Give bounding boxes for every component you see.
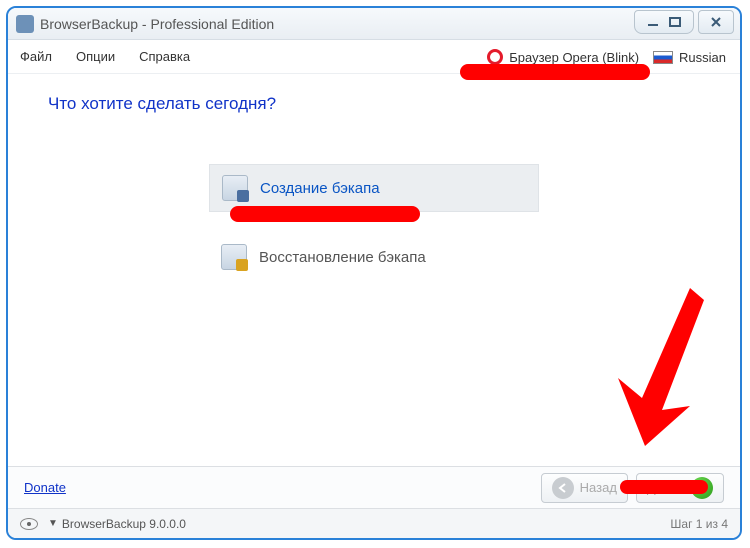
- annotation-highlight-next: [620, 480, 708, 494]
- create-backup-icon: [222, 175, 248, 201]
- maximize-icon: [669, 17, 681, 27]
- menu-options[interactable]: Опции: [76, 49, 115, 64]
- minimize-icon: [647, 17, 659, 27]
- app-window: BrowserBackup - Professional Edition Фай…: [6, 6, 742, 540]
- back-arrow-icon: [552, 477, 574, 499]
- eye-icon[interactable]: [20, 518, 38, 530]
- browser-label: Браузер Opera (Blink): [509, 50, 639, 65]
- status-dropdown-icon[interactable]: ▼: [48, 518, 58, 529]
- content-area: Что хотите сделать сегодня? Создание бэк…: [8, 76, 740, 468]
- minimize-maximize-buttons[interactable]: [634, 10, 694, 34]
- option-restore-label: Восстановление бэкапа: [259, 249, 426, 266]
- browser-selector[interactable]: Браузер Opera (Blink): [487, 49, 639, 65]
- annotation-highlight-create: [230, 206, 420, 222]
- opera-icon: [487, 49, 503, 65]
- page-heading: Что хотите сделать сегодня?: [48, 94, 712, 114]
- close-icon: [710, 16, 722, 28]
- window-controls: [630, 10, 734, 34]
- action-options: Создание бэкапа Восстановление бэкапа: [209, 164, 539, 280]
- close-button[interactable]: [698, 10, 734, 34]
- language-selector[interactable]: Russian: [653, 50, 726, 65]
- back-button: Назад: [541, 473, 628, 503]
- status-step: Шаг 1 из 4: [670, 517, 728, 531]
- menu-file[interactable]: Файл: [20, 49, 52, 64]
- option-create-label: Создание бэкапа: [260, 180, 380, 197]
- app-icon: [16, 15, 34, 33]
- titlebar: BrowserBackup - Professional Edition: [8, 8, 740, 40]
- window-title: BrowserBackup - Professional Edition: [40, 16, 274, 32]
- annotation-highlight-browser: [460, 64, 650, 80]
- donate-link[interactable]: Donate: [24, 480, 66, 495]
- flag-russia-icon: [653, 51, 673, 64]
- language-label: Russian: [679, 50, 726, 65]
- option-restore-backup[interactable]: Восстановление бэкапа: [209, 234, 539, 280]
- back-label: Назад: [580, 480, 617, 495]
- restore-backup-icon: [221, 244, 247, 270]
- option-create-backup[interactable]: Создание бэкапа: [209, 164, 539, 212]
- status-product: BrowserBackup 9.0.0.0: [62, 517, 186, 531]
- menu-help[interactable]: Справка: [139, 49, 190, 64]
- status-bar: ▼ BrowserBackup 9.0.0.0 Шаг 1 из 4: [8, 508, 740, 538]
